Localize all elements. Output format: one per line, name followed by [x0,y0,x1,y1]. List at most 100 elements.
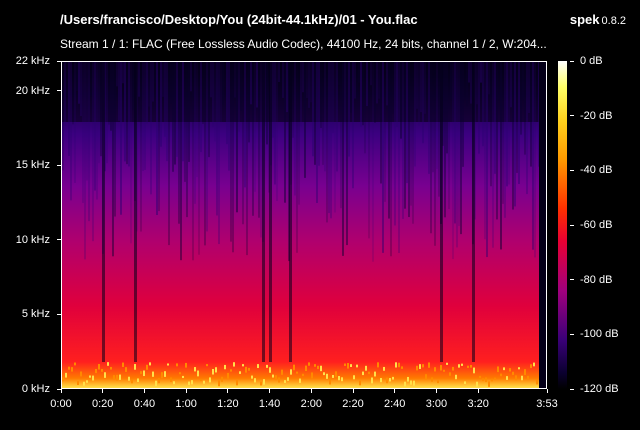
spectrogram-texture [426,62,428,100]
spectrogram-texture [320,62,322,128]
spectrogram-texture [66,62,68,97]
spectrogram-texture [316,62,318,203]
spectrogram-texture [323,372,325,376]
spectrogram-texture [82,62,84,203]
level-tick-label: -80 dB [580,273,613,286]
spectrogram-texture [130,62,132,244]
spectrogram-texture [224,62,226,88]
spectrogram-texture [287,377,289,381]
spectrogram-texture [206,364,208,367]
spectrogram-texture [514,62,516,207]
spectrogram-texture [275,375,277,381]
spectrogram-texture [368,62,370,239]
spectrogram-texture [464,62,466,100]
spectrogram-texture [146,62,148,124]
spectrogram-texture [497,366,499,373]
spectrogram-texture [104,372,106,378]
spectrogram-texture [83,381,85,386]
spectrogram-texture [312,62,314,157]
spectrogram-texture [314,62,316,165]
spectrogram-texture [260,381,262,386]
spectrogram-texture [289,62,292,362]
level-tick-label: -20 dB [580,109,613,122]
spectrogram-texture [90,62,92,97]
spectrogram-texture [64,62,66,126]
time-tick-label: 1:00 [175,398,197,410]
spectrogram-texture [338,62,340,86]
spectrogram-texture [446,362,448,365]
spectrogram-texture [468,62,470,83]
spectrogram-texture [488,381,490,387]
spectrogram-texture [272,374,274,378]
spectrogram-texture [274,62,276,185]
spectrogram-texture [280,62,282,83]
spectrogram-texture [88,62,90,222]
spectrogram-texture [448,62,450,210]
spectrogram-texture [374,371,376,377]
frequency-tick-label: 0 kHz [21,383,50,395]
spectrogram-texture [332,374,334,378]
spectrogram-texture [490,62,492,187]
spectrogram-texture [278,377,280,383]
spectrogram-texture [236,62,238,213]
spectrogram-texture [194,367,196,372]
spectrogram-texture [131,379,133,384]
spectrogram-texture [149,362,151,366]
time-tick-label: 3:53 [536,398,558,410]
spectrogram-texture [239,371,241,374]
spectrogram-texture [101,369,103,372]
time-tick-label: 2:00 [300,398,323,410]
spectrogram-texture [204,62,206,246]
spectrogram-texture [84,62,86,260]
spectrogram-texture [190,62,192,92]
spectrogram-texture [502,62,504,204]
spectrogram-texture [276,62,278,201]
spectrogram-texture [167,363,169,366]
spectrogram-texture [536,379,538,385]
spectrogram-texture [354,62,356,99]
spectrogram-texture [311,372,313,379]
spectrogram-texture [510,62,512,108]
spectrogram-texture [310,62,312,103]
spectrogram-texture [428,362,430,368]
spectrogram-texture [188,381,190,386]
spectrogram-texture [506,376,508,380]
spectrogram-texture [395,362,397,368]
spectrogram-texture [132,62,134,110]
time-tick [185,389,187,393]
spectrogram-texture [422,364,424,368]
spectrogram-texture [485,377,487,383]
spectrogram-texture [530,62,532,167]
spectrogram-texture [65,372,67,378]
time-tick [435,389,437,393]
spectrogram-texture [482,378,484,382]
spectrogram-texture [335,371,337,378]
spectrogram-texture [71,367,73,372]
spectrogram-texture [492,62,494,248]
spectrogram-texture [248,62,250,143]
spectrogram-texture [326,373,328,379]
spectrogram-texture [480,62,482,83]
spectrogram-texture [512,62,514,210]
spectrogram-texture [332,62,334,134]
spectrogram-texture [334,62,336,213]
spectrogram-texture [224,364,226,370]
spectrogram-texture [186,62,188,218]
spectrogram-texture [526,62,528,195]
spectrogram-texture [158,378,160,384]
spectrogram-texture [137,378,139,382]
frequency-tick-label: 20 kHz [15,84,50,97]
spectrogram-texture [106,62,108,164]
spectrogram-texture [374,62,376,123]
spectrogram-texture [362,62,364,126]
stream-info: Stream 1 / 1: FLAC (Free Lossless Audio … [60,37,547,51]
spectrogram-texture [350,364,352,367]
spectrogram-texture [356,62,358,99]
spectrogram-texture [394,62,396,226]
spectrogram-texture [318,62,320,166]
spectrogram-texture [74,62,76,183]
spectrogram-texture [496,62,498,220]
spectrogram-texture [408,62,410,218]
spectrogram-texture [522,62,524,100]
frequency-tick-label: 15 kHz [15,159,50,172]
